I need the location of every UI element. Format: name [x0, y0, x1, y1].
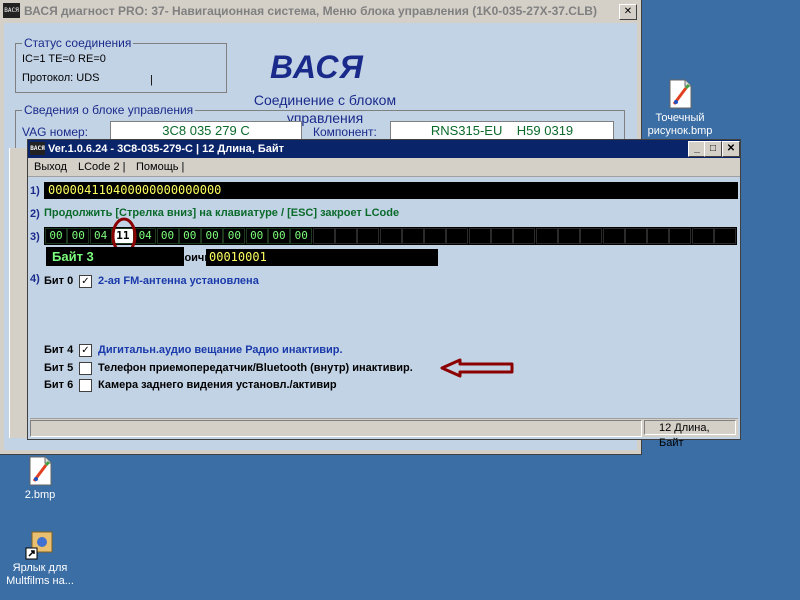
byte-cell-empty	[334, 228, 357, 244]
desktop-icon-label: 2.bmp	[24, 489, 56, 501]
byte-cell[interactable]: 00	[178, 228, 201, 244]
bit-0-checkbox[interactable]: ✓	[79, 275, 92, 288]
byte-cell[interactable]: 00	[290, 228, 313, 244]
byte-cell[interactable]: 04	[89, 228, 112, 244]
byte-cell-empty	[312, 228, 335, 244]
background-window-edge	[9, 148, 28, 438]
bit-5-checkbox[interactable]	[79, 362, 92, 375]
vag-number-label: VAG номер:	[22, 125, 89, 139]
vasya-logo: ВАСЯ	[270, 49, 364, 85]
component-label: Компонент:	[313, 125, 377, 139]
bit-row: Бит 6	[44, 379, 73, 391]
connection-status-group: Статус соединения IC=1 TE=0 RE=0 Протоко…	[15, 36, 227, 93]
bitmap-file-icon	[664, 78, 696, 110]
byte-cell[interactable]: 00	[201, 228, 224, 244]
bit-label: Бит 6	[44, 379, 74, 391]
vag-number-value: 3C8 035 279 C	[110, 121, 302, 141]
byte-cell-empty	[691, 228, 714, 244]
bit-row: Бит 4	[44, 344, 73, 356]
app-logo-icon: ВАСЯ	[30, 142, 45, 155]
component-value: RNS315-EU H59 0319	[390, 121, 614, 141]
bit-row: Бит 0	[44, 275, 73, 287]
byte-cell[interactable]: 00	[156, 228, 179, 244]
bitmap-file-icon	[24, 455, 56, 487]
maximize-button[interactable]: □	[704, 141, 722, 157]
lcode-window-title: Ver.1.0.6.24 - 3C8-035-279-C | 12 Длина,…	[48, 143, 285, 155]
binary-value: 00010001	[206, 249, 438, 266]
status-bar: 12 Длина, Байт	[30, 418, 738, 449]
byte-cell[interactable]: 00	[245, 228, 268, 244]
row-number-3: 3)	[30, 231, 40, 243]
byte-cell-empty	[602, 228, 625, 244]
main-close-button[interactable]: ✕	[619, 4, 637, 20]
connection-status-title: Статус соединения	[22, 36, 134, 50]
status-pane-left	[30, 420, 642, 437]
byte-cell[interactable]: 00	[268, 228, 290, 244]
lcode-window: ВАСЯ Ver.1.0.6.24 - 3C8-035-279-C | 12 Д…	[27, 139, 741, 449]
byte-cell-empty	[468, 228, 491, 244]
byte-cell[interactable]: 00	[223, 228, 246, 244]
navigation-hint: Продолжить [Стрелка вниз] на клавиатуре …	[44, 207, 400, 219]
main-titlebar[interactable]: ВАСЯ ВАСЯ диагност PRO: 37- Навигационна…	[0, 0, 641, 22]
byte-cell-empty	[513, 228, 536, 244]
row-number-1: 1)	[30, 185, 40, 197]
byte-cell-empty	[580, 228, 603, 244]
close-button[interactable]: ✕	[722, 141, 740, 157]
menu-lcode2[interactable]: LCode 2 |	[78, 161, 126, 173]
desktop-icon-bitmap[interactable]: Точечный рисунок.bmp	[635, 78, 725, 138]
byte-cell-empty	[557, 228, 580, 244]
byte-cell-empty	[647, 228, 670, 244]
connection-counters: IC=1 TE=0 RE=0	[22, 53, 106, 65]
byte-cell-empty	[357, 228, 380, 244]
row-number-2: 2)	[30, 208, 40, 220]
status-length: 12 Длина, Байт	[644, 420, 736, 449]
byte-cell-empty	[714, 228, 736, 244]
byte-cell[interactable]: 00	[67, 228, 90, 244]
bit-label: Бит 4	[44, 344, 74, 356]
byte-cell-empty	[491, 228, 513, 244]
bit-6-checkbox[interactable]	[79, 379, 92, 392]
shortcut-icon	[24, 528, 56, 560]
menu-bar: Выход LCode 2 | Помощь |	[28, 158, 740, 177]
menu-help[interactable]: Помощь |	[136, 161, 184, 173]
row-number-4: 4)	[30, 273, 40, 285]
byte-cell-empty	[535, 228, 558, 244]
byte-cell-empty	[379, 228, 402, 244]
byte-strip: 00 00 04 11 04 00 00 00 00 00 00 00	[44, 227, 737, 245]
byte-cell-empty	[624, 228, 647, 244]
bit-label: Бит 5	[44, 362, 74, 374]
desktop-icon-2bmp[interactable]: 2.bmp	[0, 455, 85, 502]
byte-cell[interactable]: 00	[45, 228, 67, 244]
bit-description: Телефон приемопередатчик/Bluetooth (внут…	[98, 362, 413, 374]
menu-exit[interactable]: Выход	[34, 161, 67, 173]
text-cursor: |	[150, 74, 153, 86]
desktop-icon-label: Ярлык для Multfilms на...	[6, 562, 74, 587]
check-icon: ✓	[81, 345, 90, 356]
coding-string[interactable]: 000004110400000000000000	[44, 182, 738, 199]
bit-row: Бит 5	[44, 362, 73, 374]
arrow-annotation	[440, 358, 514, 378]
main-window-title: ВАСЯ диагност PRO: 37- Навигационная сис…	[24, 4, 597, 18]
desktop-icon-label: Точечный рисунок.bmp	[647, 112, 713, 137]
bit-description: Дигитальн.аудио вещание Радио инактивир.	[98, 344, 343, 356]
byte-cell-empty	[424, 228, 447, 244]
bit-description: 2-ая FM-антенна установлена	[98, 275, 259, 287]
byte-cell-empty	[446, 228, 469, 244]
ecu-info-title: Сведения о блоке управления	[22, 103, 196, 117]
lcode-titlebar[interactable]: ВАСЯ Ver.1.0.6.24 - 3C8-035-279-C | 12 Д…	[28, 140, 740, 158]
bit-4-checkbox[interactable]: ✓	[79, 344, 92, 357]
bit-label: Бит 0	[44, 275, 74, 287]
bit-description: Камера заднего видения установл./активир	[98, 379, 337, 391]
byte-label: Байт 3	[46, 247, 184, 266]
desktop-icon-shortcut[interactable]: Ярлык для Multfilms на...	[0, 528, 85, 588]
app-logo-icon: ВАСЯ	[3, 3, 20, 18]
protocol-text: Протокол: UDS	[22, 72, 100, 84]
byte-cell-empty	[401, 228, 424, 244]
check-icon: ✓	[81, 276, 90, 287]
byte-cell-empty	[669, 228, 692, 244]
